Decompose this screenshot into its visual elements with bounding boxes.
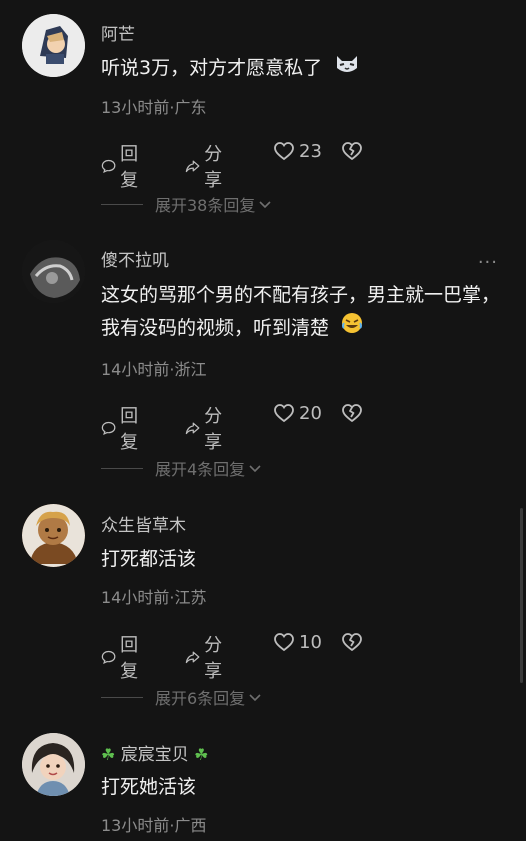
expand-replies[interactable]: 展开4条回复 [101, 456, 263, 480]
heart-icon [274, 142, 294, 161]
reply-label: 回复 [120, 406, 139, 453]
like-button[interactable]: 20 [273, 402, 322, 424]
divider-line [101, 467, 143, 469]
scrollbar[interactable] [520, 508, 523, 683]
heart-icon [274, 633, 294, 652]
username[interactable]: 众生皆草木 [101, 511, 186, 536]
comment-text: 打死都活该 [101, 548, 197, 570]
expand-replies[interactable]: 展开6条回复 [101, 685, 263, 709]
broken-heart-icon [342, 142, 362, 160]
divider-line [101, 696, 143, 698]
comment-text: 这女的骂那个男的不配有孩子，男主就一巴掌，我有没码的视频，听到清楚 [101, 279, 501, 345]
dislike-button[interactable] [341, 631, 363, 653]
comment-text-content: 这女的骂那个男的不配有孩子，男主就一巴掌，我有没码的视频，听到清楚 [101, 284, 501, 339]
comment-meta: 14小时前·江苏 [101, 588, 207, 607]
avatar[interactable] [22, 14, 85, 77]
more-options-icon[interactable]: ··· [478, 252, 498, 273]
clover-right-icon: ☘ [194, 745, 209, 764]
share-arrow-icon [185, 651, 200, 664]
comment-meta: 14小时前·浙江 [101, 360, 207, 379]
like-count: 10 [299, 631, 322, 653]
cat-emoji-icon [334, 52, 360, 85]
share-button[interactable]: 分享 [185, 631, 229, 683]
clover-left-icon: ☘ [101, 745, 116, 764]
laugh-cry-emoji-icon [341, 312, 363, 345]
reply-bubble-icon [101, 421, 116, 435]
username[interactable]: 傻不拉叽 [101, 246, 169, 271]
share-button[interactable]: 分享 [185, 140, 229, 192]
reply-button[interactable]: 回复 [101, 140, 145, 192]
expand-replies-label: 展开4条回复 [155, 460, 246, 479]
avatar[interactable] [22, 504, 85, 567]
dislike-button[interactable] [341, 402, 363, 424]
expand-replies[interactable]: 展开38条回复 [101, 192, 273, 216]
comment-meta: 13小时前·广西 [101, 816, 207, 835]
divider-line [101, 203, 143, 205]
comment-text: 听说3万，对方才愿意私了 [101, 52, 501, 85]
reply-label: 回复 [120, 144, 139, 191]
chevron-down-icon [249, 694, 261, 702]
reply-button[interactable]: 回复 [101, 631, 145, 683]
heart-icon [274, 404, 294, 423]
avatar[interactable] [22, 733, 85, 796]
reply-bubble-icon [101, 650, 116, 664]
share-label: 分享 [204, 406, 223, 453]
username[interactable]: 阿芒 [101, 20, 135, 45]
reply-button[interactable]: 回复 [101, 402, 145, 454]
chevron-down-icon [259, 201, 271, 209]
expand-replies-label: 展开38条回复 [155, 196, 256, 215]
username[interactable]: ☘ 宸宸宝贝 ☘ [101, 740, 209, 765]
share-label: 分享 [204, 635, 223, 682]
broken-heart-icon [342, 404, 362, 422]
share-arrow-icon [185, 160, 200, 173]
share-label: 分享 [204, 144, 223, 191]
comment-text-content: 听说3万，对方才愿意私了 [101, 57, 323, 79]
like-button[interactable]: 10 [273, 631, 322, 653]
reply-bubble-icon [101, 159, 116, 173]
username-text: 宸宸宝贝 [120, 745, 189, 765]
reply-label: 回复 [120, 635, 139, 682]
comment-meta: 13小时前·广东 [101, 98, 207, 117]
avatar[interactable] [22, 240, 85, 303]
broken-heart-icon [342, 633, 362, 651]
like-button[interactable]: 23 [273, 140, 322, 162]
share-button[interactable]: 分享 [185, 402, 229, 454]
expand-replies-label: 展开6条回复 [155, 689, 246, 708]
chevron-down-icon [249, 465, 261, 473]
like-count: 23 [299, 140, 322, 162]
like-count: 20 [299, 402, 322, 424]
comment-text: 打死她活该 [101, 776, 197, 798]
share-arrow-icon [185, 422, 200, 435]
dislike-button[interactable] [341, 140, 363, 162]
